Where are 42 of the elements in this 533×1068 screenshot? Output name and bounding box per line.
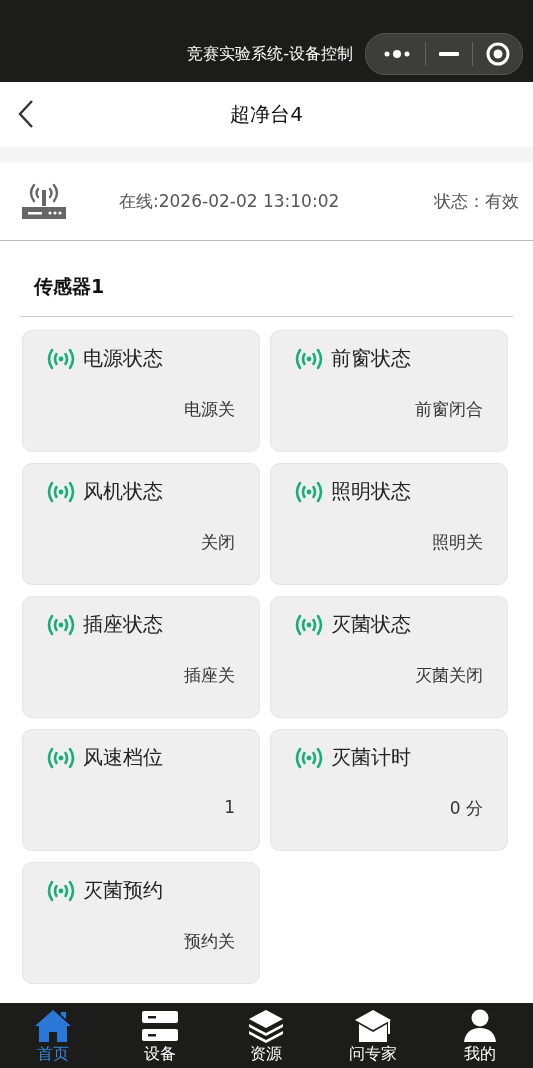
sensor-value: 照明关 bbox=[432, 531, 483, 554]
sensor-name: 灭菌预约 bbox=[83, 877, 163, 904]
page-title: 超净台4 bbox=[230, 101, 303, 128]
section-title: 传感器1 bbox=[20, 241, 513, 317]
sensor-value: 关闭 bbox=[201, 531, 235, 554]
sensor-name: 前窗状态 bbox=[331, 345, 411, 372]
tab[interactable]: 设备 bbox=[114, 1007, 205, 1064]
sensor-name: 风机状态 bbox=[83, 478, 163, 505]
router-icon bbox=[20, 181, 68, 221]
signal-icon bbox=[45, 479, 77, 504]
signal-icon bbox=[293, 612, 325, 637]
minimize-icon[interactable] bbox=[439, 51, 459, 57]
sensor-value: 电源关 bbox=[184, 398, 235, 421]
sensor-value: 灭菌关闭 bbox=[415, 664, 483, 687]
signal-icon bbox=[45, 612, 77, 637]
online-time: 在线:2026-02-02 13:10:02 bbox=[119, 189, 341, 213]
sensor-name: 电源状态 bbox=[83, 345, 163, 372]
sensor-name: 风速档位 bbox=[83, 744, 163, 771]
back-icon[interactable] bbox=[18, 99, 34, 129]
device-status: 状态：有效 bbox=[434, 189, 519, 213]
tab[interactable]: 首页 bbox=[8, 1007, 99, 1064]
sensor-value: 前窗闭合 bbox=[415, 398, 483, 421]
sensor-name: 灭菌状态 bbox=[331, 611, 411, 638]
signal-icon bbox=[293, 745, 325, 770]
signal-icon bbox=[293, 346, 325, 371]
more-icon[interactable] bbox=[382, 48, 412, 60]
sensor-name: 照明状态 bbox=[331, 478, 411, 505]
sensor-name: 灭菌计时 bbox=[331, 744, 411, 771]
sensor-value: 预约关 bbox=[184, 930, 235, 953]
tab[interactable]: 资源 bbox=[221, 1007, 312, 1064]
signal-icon bbox=[45, 346, 77, 371]
close-icon[interactable] bbox=[486, 42, 510, 66]
signal-icon bbox=[293, 479, 325, 504]
signal-icon bbox=[45, 878, 77, 903]
sensor-value: 0 分 bbox=[449, 797, 483, 820]
sensor-value: 1 bbox=[224, 797, 235, 817]
tab[interactable]: 我的 bbox=[434, 1007, 525, 1064]
signal-icon bbox=[45, 745, 77, 770]
sensor-name: 插座状态 bbox=[83, 611, 163, 638]
tab[interactable]: 问专家 bbox=[328, 1007, 419, 1064]
sensor-value: 插座关 bbox=[184, 664, 235, 687]
app-title: 竞赛实验系统-设备控制 bbox=[187, 43, 353, 65]
